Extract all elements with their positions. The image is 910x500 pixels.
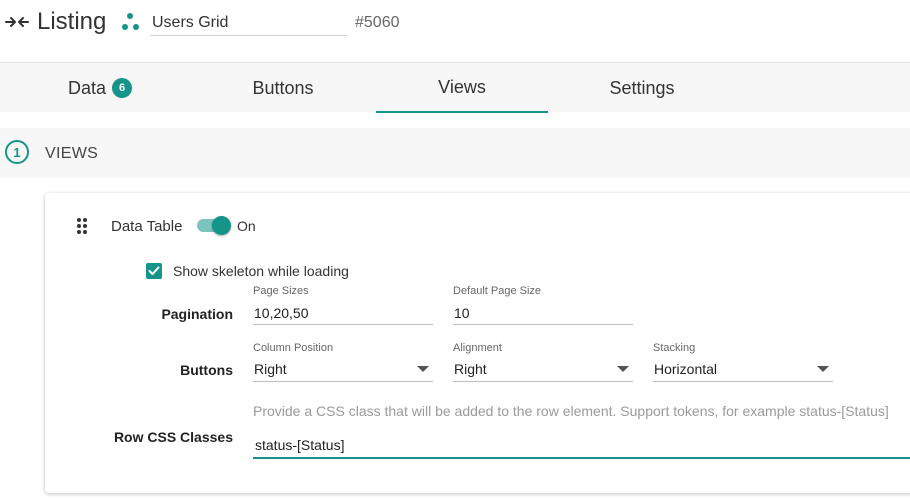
item-id: #5060	[355, 14, 400, 31]
stacking-select[interactable]: Horizontal	[653, 358, 833, 382]
column-position-label: Column Position	[253, 342, 334, 354]
stacking-label: Stacking	[653, 342, 696, 354]
page-title: Listing	[37, 8, 107, 35]
caret-down-icon	[617, 366, 629, 372]
section-header[interactable]: 1 VIEWS	[0, 128, 910, 178]
toggle-knob	[212, 216, 231, 235]
view-enabled-toggle[interactable]	[197, 216, 231, 235]
tab-label: Buttons	[252, 77, 314, 98]
tab-label: Data	[67, 77, 107, 98]
row-css-input[interactable]	[253, 433, 910, 459]
listing-name-input[interactable]	[150, 10, 348, 36]
row-css-label: Row CSS Classes	[113, 429, 233, 445]
toggle-label: On	[237, 218, 256, 234]
check-icon	[148, 266, 160, 275]
tab-settings[interactable]: Settings	[600, 63, 684, 113]
page-sizes-label: Page Sizes	[253, 285, 309, 297]
select-value: Horizontal	[654, 361, 718, 377]
buttons-label: Buttons	[180, 362, 233, 378]
row-css-hint: Provide a CSS class that will be added t…	[253, 403, 889, 419]
step-number: 1	[5, 140, 29, 164]
select-value: Right	[254, 361, 287, 377]
default-page-size-label: Default Page Size	[453, 285, 542, 297]
select-value: Right	[454, 361, 487, 377]
tab-label: Views	[438, 76, 486, 97]
tab-label: Settings	[609, 77, 675, 98]
tab-views[interactable]: Views	[376, 63, 548, 113]
pagination-label: Pagination	[161, 306, 233, 322]
collapse-arrows-icon[interactable]	[4, 10, 30, 34]
tab-bar: Data 6 Buttons Views Settings	[0, 62, 910, 113]
skeleton-checkbox[interactable]	[146, 263, 162, 279]
count-badge: 6	[112, 78, 133, 98]
section-title: VIEWS	[45, 145, 99, 162]
page-sizes-input[interactable]	[253, 301, 433, 325]
tab-data[interactable]: Data 6	[65, 63, 135, 113]
default-page-size-input[interactable]	[453, 301, 633, 325]
alignment-label: Alignment	[453, 342, 502, 354]
view-name: Data Table	[111, 218, 183, 235]
skeleton-label: Show skeleton while loading	[173, 263, 349, 279]
tab-buttons[interactable]: Buttons	[245, 63, 321, 113]
caret-down-icon	[417, 366, 429, 372]
caret-down-icon	[817, 366, 829, 372]
dots-cluster-icon	[122, 13, 139, 30]
alignment-select[interactable]: Right	[453, 358, 633, 382]
header: Listing #5060	[0, 0, 910, 62]
column-position-select[interactable]: Right	[253, 358, 433, 382]
drag-handle-icon[interactable]	[76, 217, 88, 235]
view-card: Data Table On Show skeleton while loadin…	[45, 193, 910, 493]
